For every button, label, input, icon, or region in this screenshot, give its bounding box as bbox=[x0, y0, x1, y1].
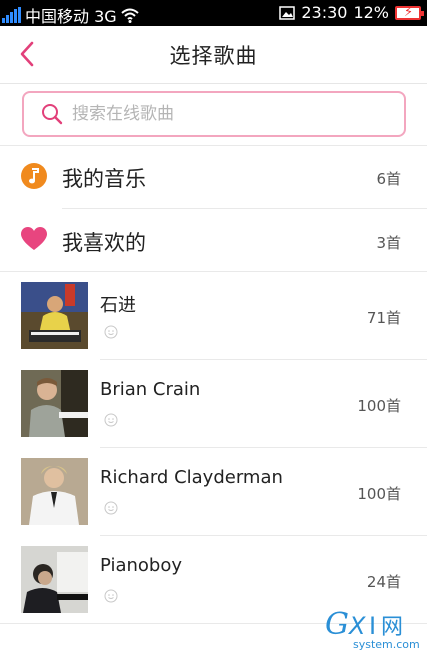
svg-text:I: I bbox=[369, 612, 376, 640]
page-title: 选择歌曲 bbox=[169, 44, 258, 68]
smiley-icon bbox=[104, 413, 118, 427]
clock: 23:30 bbox=[301, 3, 348, 22]
category-label: 我喜欢的 bbox=[62, 231, 146, 255]
artist-name: Richard Clayderman bbox=[100, 467, 283, 488]
smiley-icon bbox=[104, 589, 118, 603]
heart-icon bbox=[21, 227, 47, 250]
gallery-notification-icon bbox=[279, 5, 296, 20]
song-count: 100首 bbox=[357, 485, 401, 503]
svg-text:网: 网 bbox=[381, 615, 403, 640]
wifi-icon bbox=[121, 8, 139, 23]
artist-name: 石进 bbox=[100, 295, 136, 316]
search-box[interactable] bbox=[22, 91, 406, 137]
category-my-music[interactable]: 我的音乐 6首 bbox=[0, 146, 427, 208]
artist-row[interactable]: Richard Clayderman 100首 bbox=[0, 448, 427, 535]
song-count: 71首 bbox=[366, 309, 401, 327]
signal-icon bbox=[2, 7, 21, 23]
category-favorites[interactable]: 我喜欢的 3首 bbox=[0, 209, 427, 271]
battery-percent: 12% bbox=[353, 3, 389, 22]
category-label: 我的音乐 bbox=[62, 167, 146, 191]
battery-icon: ⚡ bbox=[395, 5, 424, 20]
status-bar: 中国移动 3G 23:30 12% ⚡ bbox=[0, 0, 427, 26]
artist-row[interactable]: 石进 71首 bbox=[0, 272, 427, 359]
svg-text:system.com: system.com bbox=[353, 638, 420, 650]
header: 选择歌曲 bbox=[0, 26, 427, 84]
smiley-icon bbox=[104, 325, 118, 339]
search-input[interactable] bbox=[72, 104, 372, 124]
artist-photo bbox=[21, 370, 88, 437]
artist-name: Pianoboy bbox=[100, 555, 183, 576]
watermark-logo: G X I 网 system.com bbox=[325, 607, 420, 650]
svg-text:G: G bbox=[325, 607, 349, 642]
smiley-icon bbox=[104, 501, 118, 515]
artist-photo bbox=[21, 546, 88, 613]
music-note-icon bbox=[21, 163, 47, 189]
carrier-label: 中国移动 3G bbox=[25, 7, 117, 26]
song-count: 6首 bbox=[376, 170, 401, 188]
svg-text:X: X bbox=[347, 612, 366, 640]
artist-photo bbox=[21, 458, 88, 525]
song-count: 3首 bbox=[376, 234, 401, 252]
search-icon bbox=[42, 104, 63, 125]
artist-name: Brian Crain bbox=[100, 379, 201, 400]
artist-photo bbox=[21, 282, 88, 349]
song-count: 24首 bbox=[366, 573, 401, 591]
artist-row[interactable]: Brian Crain 100首 bbox=[0, 360, 427, 447]
song-count: 100首 bbox=[357, 397, 401, 415]
